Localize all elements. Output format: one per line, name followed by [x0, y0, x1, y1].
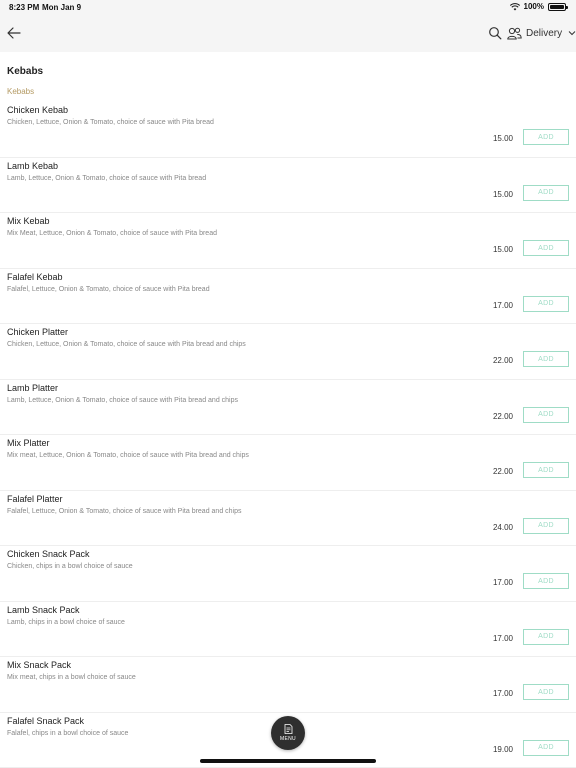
add-button[interactable]: ADD — [523, 628, 569, 645]
nav-bar: Delivery — [0, 14, 576, 52]
item-price: 15.00 — [492, 134, 513, 143]
menu-item[interactable]: Chicken Platter Chicken, Lettuce, Onion … — [0, 324, 576, 380]
battery-percent: 100% — [523, 2, 544, 11]
item-name: Falafel Platter — [7, 493, 63, 504]
item-name: Lamb Kebab — [7, 160, 59, 171]
add-button[interactable]: ADD — [523, 573, 569, 589]
item-description: Falafel, Lettuce, Onion & Tomato, choice… — [7, 285, 210, 293]
add-button[interactable]: ADD — [523, 739, 569, 756]
add-button[interactable]: ADD — [523, 462, 569, 478]
menu-item[interactable]: Lamb Platter Lamb, Lettuce, Onion & Toma… — [0, 380, 576, 435]
status-time: 8:23 PM — [9, 3, 40, 12]
chevron-down-icon — [568, 31, 576, 36]
item-name: Chicken Kebab — [7, 105, 69, 115]
item-name: Mix Platter — [7, 438, 50, 448]
item-price: 15.00 — [492, 189, 513, 199]
status-right: 100% — [509, 2, 568, 11]
menu-button-label: MENU — [280, 736, 296, 742]
add-button[interactable]: ADD — [523, 351, 569, 367]
add-button[interactable]: ADD — [523, 295, 569, 312]
item-price: 22.00 — [492, 356, 513, 365]
item-price: 17.00 — [492, 578, 513, 587]
item-name: Falafel Snack Pack — [7, 715, 85, 726]
item-description: Falafel, chips in a bowl choice of sauce — [7, 729, 129, 737]
add-button[interactable]: ADD — [523, 240, 569, 256]
item-price: 22.00 — [492, 411, 513, 421]
menu-item[interactable]: Mix Platter Mix meat, Lettuce, Onion & T… — [0, 435, 576, 491]
delivery-selector[interactable]: Delivery — [507, 24, 576, 42]
item-description: Mix Meat, Lettuce, Onion & Tomato, choic… — [7, 230, 217, 237]
item-description: Mix meat, chips in a bowl choice of sauc… — [7, 674, 136, 681]
add-button[interactable]: ADD — [523, 684, 569, 700]
item-name: Chicken Snack Pack — [7, 549, 90, 559]
back-arrow-icon[interactable] — [6, 25, 22, 41]
item-description: Lamb, chips in a bowl choice of sauce — [7, 618, 125, 626]
battery-icon — [548, 2, 568, 11]
item-description: Lamb, Lettuce, Onion & Tomato, choice of… — [7, 174, 207, 182]
item-name: Chicken Platter — [7, 327, 69, 337]
item-price: 17.00 — [492, 300, 513, 310]
item-price: 24.00 — [492, 522, 513, 532]
menu-item-list: Chicken Kebab Chicken, Lettuce, Onion & … — [0, 102, 576, 768]
menu-content[interactable]: Kebabs Kebabs Chicken Kebab Chicken, Let… — [0, 52, 576, 768]
document-icon — [284, 724, 292, 734]
item-name: Lamb Platter — [7, 382, 59, 393]
search-icon[interactable] — [488, 26, 502, 40]
menu-item[interactable]: Falafel Platter Falafel, Lettuce, Onion … — [0, 491, 576, 546]
item-price: 15.00 — [492, 245, 513, 254]
item-description: Falafel, Lettuce, Onion & Tomato, choice… — [7, 507, 242, 515]
item-name: Lamb Snack Pack — [7, 604, 80, 615]
menu-item[interactable]: Lamb Snack Pack Lamb, chips in a bowl ch… — [0, 602, 576, 657]
menu-item[interactable]: Chicken Snack Pack Chicken, chips in a b… — [0, 546, 576, 602]
item-description: Lamb, Lettuce, Onion & Tomato, choice of… — [7, 396, 239, 404]
item-price: 17.00 — [492, 689, 513, 698]
item-description: Chicken, Lettuce, Onion & Tomato, choice… — [7, 341, 246, 348]
section-title: Kebabs — [7, 66, 44, 77]
item-description: Chicken, Lettuce, Onion & Tomato, choice… — [7, 119, 214, 126]
add-button[interactable]: ADD — [523, 129, 569, 145]
add-button[interactable]: ADD — [523, 406, 569, 423]
item-name: Falafel Kebab — [7, 271, 63, 282]
people-icon — [507, 27, 522, 39]
item-description: Chicken, chips in a bowl choice of sauce — [7, 563, 133, 570]
menu-item[interactable]: Mix Snack Pack Mix meat, chips in a bowl… — [0, 657, 576, 713]
menu-button[interactable]: MENU — [271, 716, 305, 750]
status-date: Mon Jan 9 — [42, 3, 82, 12]
delivery-label: Delivery — [526, 27, 563, 39]
item-name: Mix Kebab — [7, 216, 50, 226]
item-price: 19.00 — [492, 744, 513, 754]
category-label: Kebabs — [7, 87, 35, 96]
home-indicator[interactable] — [200, 759, 376, 763]
menu-item[interactable]: Lamb Kebab Lamb, Lettuce, Onion & Tomato… — [0, 158, 576, 213]
item-name: Mix Snack Pack — [7, 660, 72, 670]
add-button[interactable]: ADD — [523, 517, 569, 534]
menu-item[interactable]: Falafel Kebab Falafel, Lettuce, Onion & … — [0, 269, 576, 324]
item-description: Mix meat, Lettuce, Onion & Tomato, choic… — [7, 452, 249, 459]
item-price: 22.00 — [492, 467, 513, 476]
menu-item[interactable]: Mix Kebab Mix Meat, Lettuce, Onion & Tom… — [0, 213, 576, 269]
add-button[interactable]: ADD — [523, 184, 569, 201]
status-bar: 8:23 PM Mon Jan 9 100% — [0, 0, 576, 14]
wifi-icon — [509, 2, 520, 10]
menu-item[interactable]: Chicken Kebab Chicken, Lettuce, Onion & … — [0, 102, 576, 158]
item-price: 17.00 — [492, 633, 513, 643]
